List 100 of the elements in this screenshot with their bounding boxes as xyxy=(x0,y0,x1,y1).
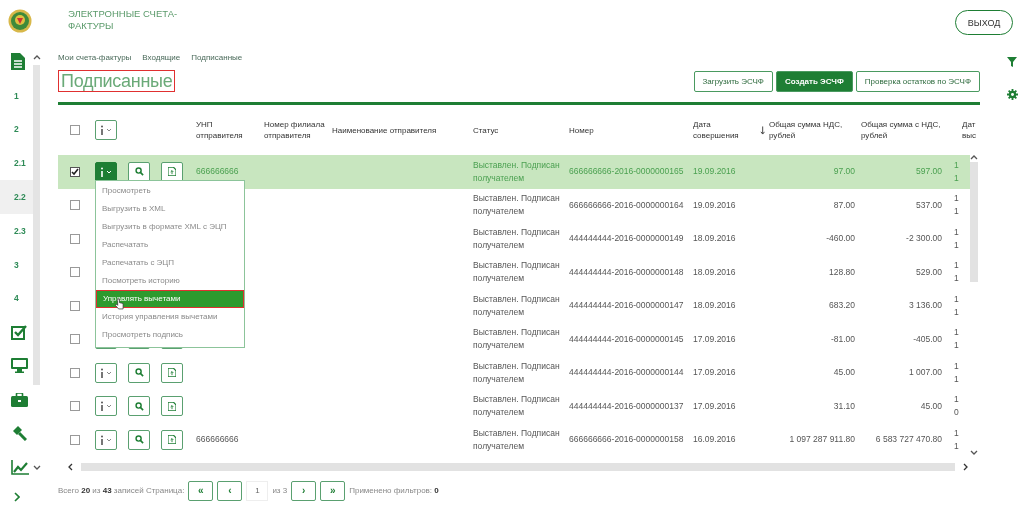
row-checkbox[interactable] xyxy=(70,233,80,244)
select-all-checkbox[interactable] xyxy=(70,125,80,135)
table-cell-text: 1 xyxy=(954,292,960,306)
action-button[interactable]: Создать ЭСЧФ xyxy=(775,70,853,92)
records-summary: Всего 20 из 43 записей Страница: xyxy=(58,486,185,495)
table-cell-text: 666666666-2016-0000000158 xyxy=(569,433,685,447)
gavel-icon[interactable] xyxy=(11,425,27,442)
row-checkbox[interactable] xyxy=(70,434,80,445)
table-cell-text: 1 xyxy=(954,305,960,319)
scrollbar[interactable] xyxy=(970,155,978,457)
row-menu-button[interactable] xyxy=(95,362,117,383)
scroll-left-icon[interactable] xyxy=(68,462,73,471)
table-cell-text: 16.09.2016 xyxy=(693,433,737,447)
action-button[interactable]: Проверка остатков по ЭСЧФ xyxy=(855,70,980,92)
scroll-down-icon[interactable] xyxy=(970,449,978,455)
row-checkbox[interactable] xyxy=(70,166,80,177)
table-cell-text: 1 xyxy=(954,359,960,373)
table-cell-text: 1 xyxy=(954,339,960,353)
sidebar-item[interactable]: 2.3 xyxy=(0,213,33,248)
menu-item[interactable]: Управлять вычетами xyxy=(96,290,244,308)
column-header[interactable]: Номер филиала отправителя xyxy=(264,119,328,141)
column-header[interactable]: Дат выс xyxy=(962,119,978,141)
chart-icon[interactable] xyxy=(11,459,29,475)
filter-icon[interactable] xyxy=(1007,57,1017,67)
breadcrumb-link[interactable]: Подписанные xyxy=(191,52,243,62)
table-cell: 683.20 xyxy=(829,299,855,313)
table-cell: 1 007.00 xyxy=(908,366,942,380)
sort-icon[interactable] xyxy=(759,125,765,135)
column-header[interactable]: Дата совершения xyxy=(693,119,752,141)
row-checkbox[interactable] xyxy=(70,401,80,412)
scrollbar[interactable] xyxy=(81,462,955,471)
table-cell-text: 1 xyxy=(954,439,960,453)
view-button[interactable] xyxy=(128,396,150,417)
column-header[interactable]: Общая сумма с НДС, рублей xyxy=(861,119,950,141)
more-icon xyxy=(99,367,113,378)
menu-item[interactable]: Распечатать xyxy=(96,236,244,254)
expand-icon[interactable] xyxy=(14,492,20,503)
first-page-button[interactable]: « xyxy=(188,480,214,501)
previous-page-button[interactable]: ‹ xyxy=(217,480,243,501)
column-header[interactable]: Наименование отправителя xyxy=(332,124,469,136)
scrollbar[interactable] xyxy=(33,65,40,385)
emblem-icon xyxy=(8,8,32,33)
briefcase-icon[interactable] xyxy=(11,392,28,407)
action-button[interactable]: Загрузить ЭСЧФ xyxy=(693,70,773,92)
table-cell-text: 17.09.2016 xyxy=(693,399,737,413)
row-menu-button[interactable] xyxy=(95,429,117,450)
export-button[interactable] xyxy=(161,362,183,383)
row-checkbox[interactable] xyxy=(70,334,80,345)
row-checkbox[interactable] xyxy=(70,267,80,278)
table-cell: 1 097 287 911.80 xyxy=(789,433,855,447)
export-button[interactable] xyxy=(161,396,183,417)
view-button[interactable] xyxy=(128,362,150,383)
export-button[interactable] xyxy=(161,161,183,182)
row-menu-button[interactable] xyxy=(95,396,117,417)
sidebar-item[interactable]: 2.2 xyxy=(0,180,33,214)
chevron-down-icon[interactable] xyxy=(33,464,41,470)
menu-item[interactable]: Выгрузить в XML xyxy=(96,200,244,218)
view-button[interactable] xyxy=(128,429,150,450)
exit-button[interactable]: ВЫХОД xyxy=(955,10,1013,35)
breadcrumb-link[interactable]: Мои счета-фактуры xyxy=(58,52,132,62)
menu-item[interactable]: Посмотреть историю xyxy=(96,272,244,290)
table-cell: 45.00 xyxy=(920,399,942,413)
table-cell-text: 444444444-2016-0000000145 xyxy=(569,332,685,346)
menu-item[interactable]: История управления вычетами xyxy=(96,308,244,326)
more-icon xyxy=(99,166,113,177)
column-header[interactable]: Номер xyxy=(569,124,689,136)
settings-icon[interactable] xyxy=(1006,89,1018,100)
view-button[interactable] xyxy=(128,161,150,182)
row-menu-button[interactable] xyxy=(95,161,117,182)
column-header[interactable]: Статус xyxy=(473,124,565,136)
next-page-button[interactable]: › xyxy=(291,480,317,501)
table-cell-text: Выставлен. Подписан получателем xyxy=(473,225,561,252)
sidebar-item[interactable]: 1 xyxy=(0,78,33,113)
document-icon[interactable] xyxy=(11,53,25,71)
table-cell-text: 18.09.2016 xyxy=(693,299,737,313)
row-checkbox[interactable] xyxy=(70,367,80,378)
sidebar-item[interactable]: 3 xyxy=(0,247,33,282)
menu-item[interactable]: Выгрузить в формате XML с ЭЦП xyxy=(96,218,244,236)
checkbox-icon[interactable] xyxy=(11,324,27,340)
column-header[interactable]: УНП отправителя xyxy=(196,119,260,141)
sidebar-item[interactable]: 4 xyxy=(0,281,33,316)
actions-menu-button[interactable] xyxy=(95,120,117,140)
row-checkbox[interactable] xyxy=(70,200,80,211)
sidebar-item[interactable]: 2.1 xyxy=(0,146,33,181)
table-cell-text: Выставлен. Подписан получателем xyxy=(473,259,561,286)
menu-item[interactable]: Распечатать с ЭЦП xyxy=(96,254,244,272)
scroll-up-icon[interactable] xyxy=(970,155,978,160)
scroll-up-icon[interactable] xyxy=(33,55,41,60)
column-header[interactable]: Общая сумма НДС, рублей xyxy=(769,119,857,141)
scroll-right-icon[interactable] xyxy=(963,462,968,471)
breadcrumb-link[interactable]: Входящие xyxy=(142,52,181,62)
monitor-icon[interactable] xyxy=(11,358,28,374)
menu-item[interactable]: Просмотреть подпись xyxy=(96,326,244,344)
page-field[interactable]: 1 xyxy=(246,480,269,501)
table-cell-text: Выставлен. Подписан получателем xyxy=(473,359,561,386)
row-checkbox[interactable] xyxy=(70,300,80,311)
last-page-button[interactable]: » xyxy=(320,480,346,501)
sidebar-item[interactable]: 2 xyxy=(0,112,33,147)
table-cell-text: 1 xyxy=(954,426,960,440)
export-button[interactable] xyxy=(161,429,183,450)
